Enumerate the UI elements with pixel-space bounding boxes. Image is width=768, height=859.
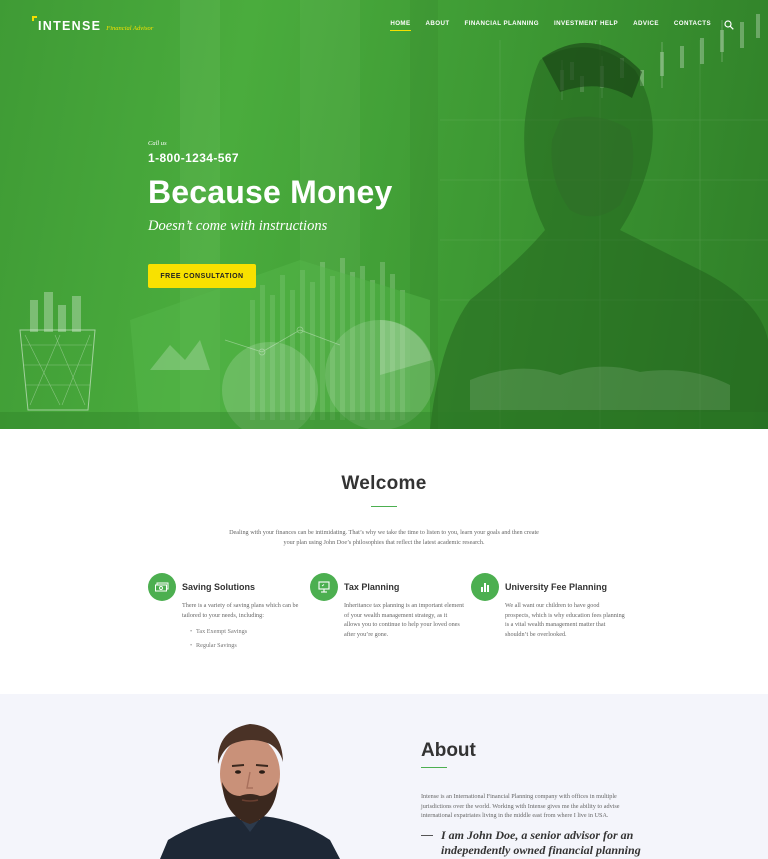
- welcome-title: Welcome: [341, 473, 427, 494]
- free-consultation-button[interactable]: FREE CONSULTATION: [148, 264, 256, 288]
- list-item: Tax Exempt Savings: [190, 628, 247, 642]
- about-title: About: [421, 740, 476, 761]
- feature-title: Saving Solutions: [182, 582, 256, 592]
- advisor-portrait: [160, 724, 340, 859]
- brand-name: INTENSE: [38, 19, 102, 33]
- brand-logo[interactable]: INTENSE Financial Advisor: [32, 16, 153, 33]
- nav-item-home[interactable]: HOME: [390, 20, 411, 31]
- hero-banner: INTENSE Financial Advisor HOME ABOUT FIN…: [0, 0, 768, 429]
- feature-list: Tax Exempt Savings Regular Savings: [190, 628, 247, 655]
- money-icon: [148, 573, 176, 601]
- nav-item-contacts[interactable]: CONTACTS: [674, 20, 711, 30]
- search-icon[interactable]: [724, 20, 734, 30]
- hero-background-image: [0, 0, 768, 429]
- presentation-icon: [310, 573, 338, 601]
- about-section: About Intense is an International Financ…: [0, 694, 768, 859]
- feature-text: There is a variety of saving plans which…: [182, 602, 299, 619]
- list-item: Regular Savings: [190, 642, 247, 656]
- welcome-text: Dealing with your finances can be intimi…: [229, 529, 539, 546]
- call-us-label: Call us: [148, 140, 167, 147]
- quote-dash: [421, 835, 433, 836]
- advisor-quote: I am John Doe, a senior advisor for an i…: [441, 828, 641, 857]
- bar-chart-icon: [471, 573, 499, 601]
- welcome-divider: [371, 506, 397, 507]
- main-nav: HOME ABOUT FINANCIAL PLANNING INVESTMENT…: [375, 20, 734, 31]
- hero-title: Because Money: [148, 174, 393, 210]
- about-text: Intense is an International Financial Pl…: [421, 793, 620, 820]
- brand-tagline: Financial Advisor: [106, 25, 154, 32]
- nav-item-investment-help[interactable]: INVESTMENT HELP: [554, 20, 618, 30]
- nav-item-about[interactable]: ABOUT: [426, 20, 450, 30]
- nav-item-financial-planning[interactable]: FINANCIAL PLANNING: [465, 20, 539, 30]
- feature-title: University Fee Planning: [505, 582, 608, 592]
- logo-mark-icon: [32, 16, 37, 21]
- feature-text: We all want our children to have good pr…: [505, 602, 625, 638]
- phone-number[interactable]: 1-800-1234-567: [148, 151, 239, 165]
- about-divider: [421, 767, 447, 768]
- feature-text: Inheritance tax planning is an important…: [344, 602, 464, 638]
- hero-subtitle: Doesn’t come with instructions: [148, 218, 328, 234]
- feature-title: Tax Planning: [344, 582, 400, 592]
- nav-item-advice[interactable]: ADVICE: [633, 20, 659, 30]
